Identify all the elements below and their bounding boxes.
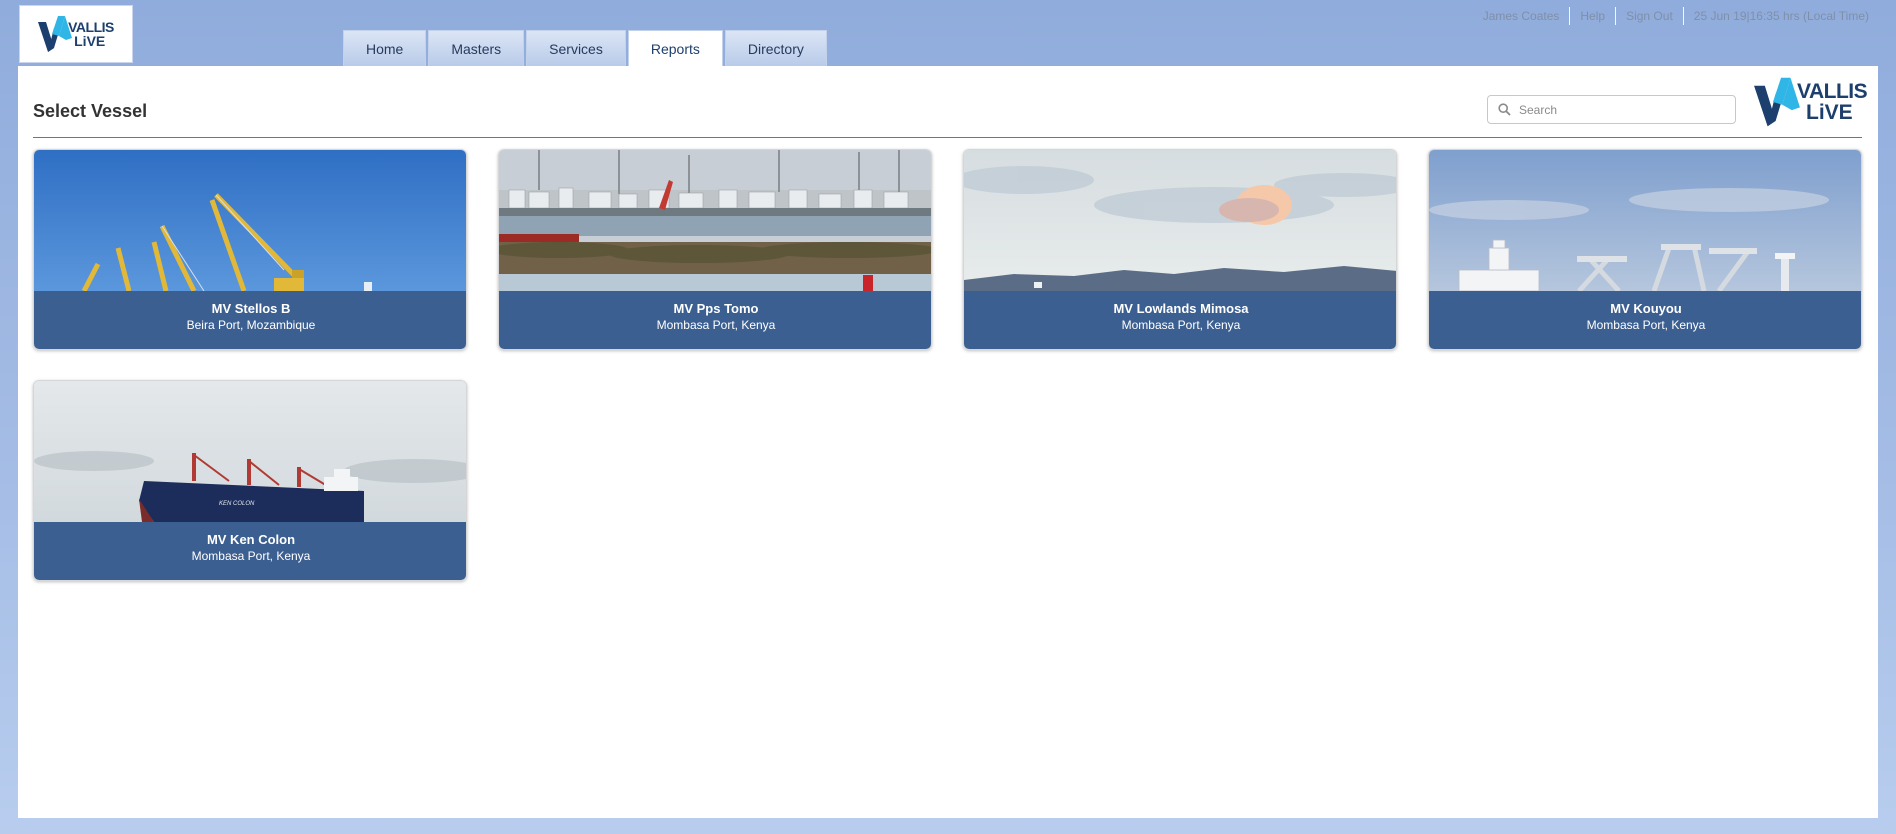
divider — [1615, 7, 1617, 25]
logo-mark-icon — [38, 16, 73, 52]
vessel-caption: MV Lowlands Mimosa Mombasa Port, Kenya — [964, 291, 1396, 349]
vessel-photo — [499, 150, 931, 291]
logo-text-line1: VALLIS — [68, 19, 114, 35]
logo-text-line1: VALLIS — [1797, 80, 1868, 103]
brand-logo-large: VALLIS LiVE — [1753, 75, 1868, 129]
tab-masters[interactable]: Masters — [428, 30, 525, 66]
divider — [1682, 7, 1684, 25]
vessel-photo — [1429, 150, 1861, 291]
vessel-caption: MV Pps Tomo Mombasa Port, Kenya — [499, 291, 931, 349]
main-panel: Select Vessel VALLIS LiVE — [18, 66, 1878, 818]
vessel-caption: MV Kouyou Mombasa Port, Kenya — [1429, 291, 1861, 349]
vessel-card-kouyou[interactable]: MV Kouyou Mombasa Port, Kenya — [1428, 149, 1862, 350]
vessel-port: Beira Port, Mozambique — [186, 318, 316, 332]
page-title: Select Vessel — [33, 101, 148, 121]
tab-reports[interactable]: Reports — [627, 30, 723, 66]
logo-text-line2: LiVE — [1806, 101, 1853, 124]
help-link[interactable]: Help — [1580, 9, 1605, 23]
vessel-port: Mombasa Port, Kenya — [656, 318, 776, 332]
vessel-photo — [34, 150, 466, 291]
vessel-photo — [964, 150, 1396, 291]
logo-text-line2: LiVE — [74, 33, 106, 49]
vessel-name: MV Lowlands Mimosa — [1113, 301, 1249, 316]
vessel-card-lowlands-mimosa[interactable]: MV Lowlands Mimosa Mombasa Port, Kenya — [963, 149, 1397, 350]
title-divider — [33, 137, 1862, 138]
user-name[interactable]: James Coates — [1483, 9, 1560, 23]
vessel-card-stellos-b[interactable]: MV Stellos B Beira Port, Mozambique — [33, 149, 467, 350]
sign-out-link[interactable]: Sign Out — [1626, 9, 1673, 23]
vallis-live-logo: VALLIS LiVE — [38, 14, 114, 54]
tab-home[interactable]: Home — [343, 30, 427, 66]
divider — [1569, 7, 1571, 25]
vessel-name: MV Pps Tomo — [673, 301, 759, 316]
search-icon — [1498, 103, 1511, 116]
tab-services[interactable]: Services — [526, 30, 626, 66]
vessel-grid: MV Stellos B Beira Port, Mozambique MV P… — [33, 149, 1862, 581]
vessel-port: Mombasa Port, Kenya — [1586, 318, 1706, 332]
tab-directory[interactable]: Directory — [724, 30, 827, 66]
vessel-card-ken-colon[interactable]: KEN COLON MV Ken Colon Mombasa Port, Ken… — [33, 380, 467, 581]
vessel-caption: MV Ken Colon Mombasa Port, Kenya — [34, 522, 466, 580]
vessel-card-pps-tomo[interactable]: MV Pps Tomo Mombasa Port, Kenya — [498, 149, 932, 350]
svg-text:KEN COLON: KEN COLON — [219, 501, 255, 507]
vessel-name: MV Stellos B — [211, 301, 291, 316]
vessel-port: Mombasa Port, Kenya — [1121, 318, 1241, 332]
user-bar: James Coates Help Sign Out 25 Jun 19|16:… — [1483, 7, 1869, 25]
search-input[interactable] — [1519, 102, 1719, 117]
vessel-name: MV Kouyou — [1610, 301, 1682, 316]
brand-logo[interactable]: VALLIS LiVE — [19, 5, 133, 63]
vessel-name: MV Ken Colon — [206, 532, 296, 547]
vallis-live-logo: VALLIS LiVE — [1753, 75, 1868, 129]
vessel-photo: KEN COLON — [34, 381, 466, 522]
main-nav: Home Masters Services Reports Directory — [343, 30, 829, 66]
logo-mark-icon — [1754, 77, 1800, 127]
vessel-caption: MV Stellos B Beira Port, Mozambique — [34, 291, 466, 349]
search-box[interactable] — [1487, 95, 1736, 124]
vessel-port: Mombasa Port, Kenya — [191, 549, 311, 563]
local-datetime: 25 Jun 19|16:35 hrs (Local Time) — [1693, 9, 1869, 23]
